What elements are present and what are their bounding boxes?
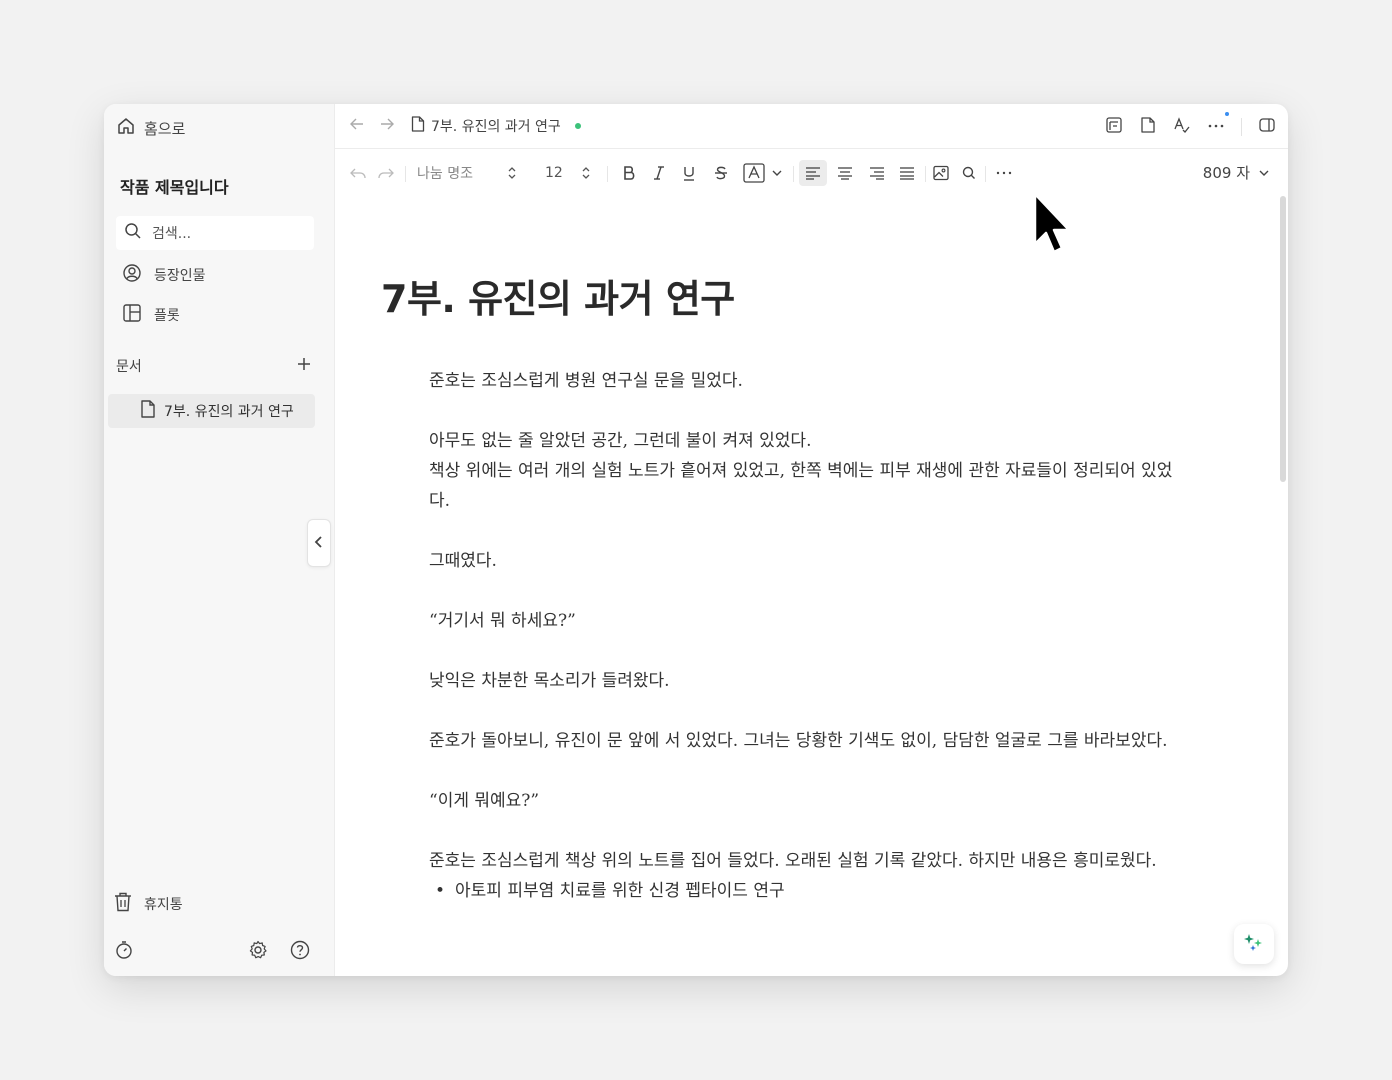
trash-link[interactable]: 휴지통 <box>114 892 183 916</box>
document-icon <box>411 116 425 136</box>
sparkle-icon <box>1243 931 1265 957</box>
paragraph: 준호는 조심스럽게 책상 위의 노트를 집어 들었다. 오래된 실험 기록 같았… <box>429 851 1157 871</box>
search-placeholder: 검색... <box>152 226 192 242</box>
align-justify-icon[interactable] <box>899 162 915 184</box>
divider <box>985 166 986 182</box>
chevron-down-icon[interactable] <box>771 162 783 184</box>
format-toolbar: 나눔 명조 12 809 자 <box>335 152 1288 192</box>
align-left-icon[interactable] <box>799 160 827 186</box>
find-icon[interactable] <box>961 162 977 184</box>
paragraph: 준호는 조심스럽게 병원 연구실 문을 밀었다. <box>429 371 743 391</box>
paragraph: “거기서 뭐 하세요?” <box>429 611 576 631</box>
paragraph: 준호가 돌아보니, 유진이 문 앞에 서 있었다. 그녀는 당황한 기색도 없이… <box>429 731 1168 751</box>
trash-label: 휴지통 <box>144 897 183 913</box>
strikethrough-icon[interactable] <box>713 162 729 184</box>
editor-pane: 7부. 유진의 과거 연구 나눔 명조 12 809 자 7부. 유진의 과거 … <box>335 104 1288 976</box>
page-icon[interactable] <box>1139 116 1157 138</box>
search-icon <box>124 222 142 244</box>
chevron-down-icon <box>1258 164 1270 182</box>
align-center-icon[interactable] <box>837 162 853 184</box>
search-input[interactable]: 검색... <box>116 216 314 250</box>
collapse-sidebar-button[interactable] <box>307 519 331 567</box>
document-body[interactable]: 준호는 조심스럽게 병원 연구실 문을 밀었다. 아무도 없는 줄 알았던 공간,… <box>429 366 1189 906</box>
top-bar: 7부. 유진의 과거 연구 <box>335 104 1288 149</box>
paragraph: 낮익은 차분한 목소리가 들려왔다. <box>429 671 670 691</box>
divider <box>607 166 608 182</box>
font-family-select[interactable]: 나눔 명조 <box>417 162 473 184</box>
app-window: 홈으로 작품 제목입니다 검색... 등장인물 플롯 문서 7부. 유진의 과거… <box>104 104 1288 976</box>
document-title[interactable]: 7부. 유진의 과거 연구 <box>381 268 735 323</box>
more-options-icon[interactable] <box>1207 112 1229 138</box>
bold-icon[interactable] <box>621 162 637 184</box>
back-arrow-icon[interactable] <box>349 116 365 136</box>
list-item: • 아토피 피부염 치료를 위한 신경 펩타이드 연구 <box>429 876 1189 906</box>
divider <box>405 166 406 182</box>
divider <box>793 166 794 182</box>
sidebar: 홈으로 작품 제목입니다 검색... 등장인물 플롯 문서 7부. 유진의 과거… <box>104 104 335 976</box>
layout-icon <box>122 303 142 327</box>
redo-icon[interactable] <box>377 162 395 184</box>
font-size-value[interactable]: 12 <box>545 162 563 184</box>
word-count-value: 809 자 <box>1202 164 1250 182</box>
history-nav <box>349 116 395 136</box>
documents-label: 문서 <box>116 359 142 375</box>
list-item-text: 아토피 피부염 치료를 위한 신경 펩타이드 연구 <box>455 881 785 901</box>
font-size-stepper-icon[interactable] <box>581 162 591 184</box>
top-actions <box>1105 112 1276 138</box>
spellcheck-icon[interactable] <box>1173 116 1191 138</box>
align-right-icon[interactable] <box>869 162 885 184</box>
mouse-cursor-icon <box>1032 192 1072 262</box>
breadcrumb-label: 7부. 유진의 과거 연구 <box>431 119 561 135</box>
underline-icon[interactable] <box>681 162 697 184</box>
notification-dot <box>1225 112 1229 116</box>
sidebar-item-plot[interactable]: 플롯 <box>122 303 180 327</box>
timer-icon[interactable] <box>114 940 134 964</box>
italic-icon[interactable] <box>651 162 667 184</box>
help-icon[interactable] <box>290 940 310 964</box>
paragraph: 그때였다. <box>429 551 497 571</box>
sync-status-dot <box>574 123 581 129</box>
add-document-button[interactable] <box>296 356 312 376</box>
outline-icon[interactable] <box>1105 116 1123 138</box>
trash-icon <box>114 892 132 916</box>
text-color-icon[interactable] <box>743 162 765 184</box>
vertical-scrollbar[interactable] <box>1280 196 1286 482</box>
image-icon[interactable] <box>933 162 949 184</box>
sidebar-item-characters[interactable]: 등장인물 <box>122 263 206 287</box>
sidebar-item-label: 플롯 <box>154 308 180 324</box>
toolbar-more-icon[interactable] <box>995 162 1013 184</box>
paragraph: “이게 뭐예요?” <box>429 791 540 811</box>
forward-arrow-icon[interactable] <box>379 116 395 136</box>
chevron-left-icon <box>314 534 324 553</box>
home-link[interactable]: 홈으로 <box>116 116 185 140</box>
document-label: 7부. 유진의 과거 연구 <box>164 404 294 420</box>
gear-icon[interactable] <box>248 940 268 964</box>
divider <box>925 166 926 182</box>
paragraph: 책상 위에는 여러 개의 실험 노트가 흩어져 있었고, 한쪽 벽에는 피부 재… <box>429 461 1173 511</box>
home-icon <box>116 116 136 140</box>
right-panel-toggle-icon[interactable] <box>1258 116 1276 138</box>
divider <box>1241 118 1242 136</box>
undo-icon[interactable] <box>349 162 367 184</box>
sidebar-document-item[interactable]: 7부. 유진의 과거 연구 <box>108 394 315 428</box>
documents-section-header: 문서 <box>116 356 312 376</box>
paragraph: 아무도 없는 줄 알았던 공간, 그런데 불이 켜져 있었다. <box>429 431 812 451</box>
home-label: 홈으로 <box>144 119 186 138</box>
bullet-marker: • <box>435 881 446 901</box>
assistant-button[interactable] <box>1234 924 1274 964</box>
document-icon <box>140 400 156 422</box>
word-count-dropdown[interactable]: 809 자 <box>1203 162 1270 183</box>
font-family-stepper-icon[interactable] <box>507 162 517 184</box>
user-circle-icon <box>122 263 142 287</box>
breadcrumb[interactable]: 7부. 유진의 과거 연구 <box>411 116 581 136</box>
project-title[interactable]: 작품 제목입니다 <box>120 174 229 198</box>
sidebar-item-label: 등장인물 <box>154 268 206 284</box>
